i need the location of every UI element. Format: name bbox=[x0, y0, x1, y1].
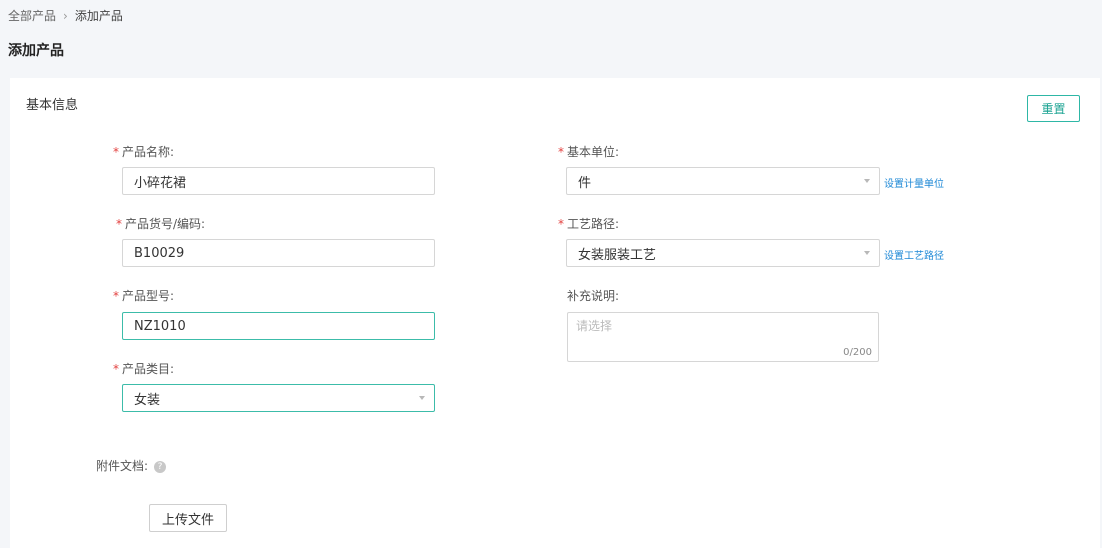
notes-placeholder: 请选择 bbox=[576, 319, 613, 333]
upload-file-button[interactable]: 上传文件 bbox=[149, 504, 227, 532]
chevron-down-icon bbox=[419, 396, 425, 400]
attachments-label: 附件文档:? bbox=[96, 457, 167, 474]
product-code-label: * 产品货号/编码: bbox=[116, 217, 206, 231]
set-unit-link[interactable]: 设置计量单位 bbox=[884, 175, 944, 190]
required-mark: * bbox=[113, 362, 119, 376]
required-mark: * bbox=[558, 145, 564, 159]
process-route-label: * 工艺路径: bbox=[558, 217, 620, 231]
notes-label: 补充说明: bbox=[567, 289, 620, 303]
product-category-select[interactable]: 女装 bbox=[122, 384, 435, 412]
required-mark: * bbox=[113, 289, 119, 303]
required-mark: * bbox=[113, 145, 119, 159]
base-unit-select[interactable]: 件 bbox=[566, 167, 880, 195]
chevron-down-icon bbox=[864, 251, 870, 255]
breadcrumb-current: 添加产品 bbox=[74, 9, 123, 23]
chevron-down-icon bbox=[864, 179, 870, 183]
required-mark: * bbox=[116, 217, 122, 231]
notes-textarea[interactable]: 请选择 0/200 bbox=[567, 312, 879, 362]
breadcrumb-root[interactable]: 全部产品 bbox=[8, 7, 56, 24]
product-model-label: * 产品型号: bbox=[113, 289, 175, 303]
set-route-link[interactable]: 设置工艺路径 bbox=[884, 247, 944, 262]
required-mark: * bbox=[558, 217, 564, 231]
product-name-input[interactable]: 小碎花裙 bbox=[122, 167, 435, 195]
notes-counter: 0/200 bbox=[843, 347, 872, 358]
product-model-input[interactable]: NZ1010 bbox=[122, 312, 435, 340]
product-code-input[interactable]: B10029 bbox=[122, 239, 435, 267]
help-icon[interactable]: ? bbox=[154, 460, 167, 473]
page-title: 添加产品 bbox=[8, 43, 64, 59]
form-card: 基本信息 重置 * 产品名称: 小碎花裙 * 产品货号/编码: B10029 * 产品… bbox=[10, 78, 1100, 548]
product-category-label: * 产品类目: bbox=[113, 362, 175, 376]
breadcrumb: 全部产品 › 添加产品 bbox=[8, 7, 123, 24]
breadcrumb-separator: › bbox=[63, 8, 68, 23]
section-title: 基本信息 bbox=[26, 98, 79, 113]
process-route-select[interactable]: 女装服装工艺 bbox=[566, 239, 880, 267]
reset-button[interactable]: 重置 bbox=[1027, 95, 1080, 122]
product-name-label: * 产品名称: bbox=[113, 145, 175, 159]
base-unit-label: * 基本单位: bbox=[558, 145, 620, 159]
